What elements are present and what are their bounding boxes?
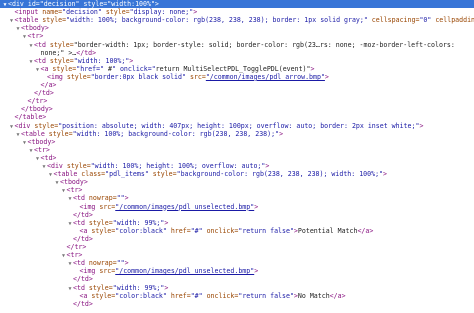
dom-node-markup: <a style="color:black" href="#" onclick=… xyxy=(79,226,374,235)
dom-node-markup: </td> xyxy=(73,210,93,219)
dom-node-markup: <td style="width: 99%;"> xyxy=(73,283,169,292)
dom-node-markup: <a style="color:black" href="#" onclick=… xyxy=(79,291,346,300)
dom-node-markup: <td style="width: 100%;"> xyxy=(34,56,134,65)
dom-node-markup: <a style="href=" #" onclick="return Mult… xyxy=(40,64,315,73)
dom-node-markup: <tbody> xyxy=(21,24,49,33)
dom-node-markup: </td> xyxy=(73,275,93,284)
dom-node-markup: <td style="border-width: 1px; border-sty… xyxy=(34,40,455,49)
dom-node-markup: <input name="decision" style="display: n… xyxy=(14,8,198,17)
dom-node-markup: </td> xyxy=(34,89,54,98)
dom-node-row[interactable]: ▼ <td nowrap=""> xyxy=(0,194,474,202)
dom-node-markup: <tbody> xyxy=(27,137,56,146)
dom-node-row[interactable]: ▼ <table style="width: 100%; background-c… xyxy=(0,130,474,138)
dom-node-row[interactable]: ▼ <tr> xyxy=(0,186,474,194)
dom-node-row[interactable]: </tr> xyxy=(0,97,474,105)
dom-node-row[interactable]: </td> xyxy=(0,235,474,243)
dom-node-row[interactable]: ▼ <div style="position: absolute; width: … xyxy=(0,122,474,130)
dom-node-row[interactable]: ▼ <div id="decision" style="width:100%"> xyxy=(0,0,474,8)
dom-node-markup: <table class="pdl_items" style="backgrou… xyxy=(53,170,388,179)
dom-node-markup: <div id="decision" style="width:100%"> xyxy=(8,0,159,8)
dom-node-markup: <img src="/common/images/pdl_unselected.… xyxy=(79,267,259,276)
dom-node-row[interactable]: ▼ <td style="width: 99%;"> xyxy=(0,284,474,292)
dom-node-markup: <tr> xyxy=(34,145,50,154)
dom-node-row[interactable]: ▼ <div style="width: 100%; height: 100%; … xyxy=(0,162,474,170)
dom-node-markup: <table style="width: 100%; background-co… xyxy=(14,16,474,25)
dom-node-markup: none;" >…</td> xyxy=(40,48,97,57)
dom-node-row[interactable]: </tr> xyxy=(0,243,474,251)
dom-node-markup: </td> xyxy=(73,234,93,243)
dom-node-row[interactable]: <img src="/common/images/pdl_unselected.… xyxy=(0,203,474,211)
dom-node-row[interactable]: none;" >…</td> xyxy=(0,49,474,57)
dom-node-markup: <img src="/common/images/pdl_unselected.… xyxy=(79,202,259,211)
dom-node-markup: <tr> xyxy=(66,186,83,195)
dom-node-markup: <table style="width: 100%; background-co… xyxy=(21,129,284,138)
html-inspector-tree: ▼ <div id="decision" style="width:100%"> <… xyxy=(0,0,474,313)
dom-node-row[interactable]: ▼ <td> xyxy=(0,154,474,162)
dom-node-row[interactable]: <input name="decision" style="display: n… xyxy=(0,8,474,16)
dom-node-row[interactable]: ▼ <tr> xyxy=(0,32,474,40)
dom-node-markup: <tr> xyxy=(66,251,83,260)
dom-node-row[interactable]: <img style="border:0px black solid" src=… xyxy=(0,73,474,81)
dom-node-row[interactable]: ▼ <a style="href=" #" onclick="return Mul… xyxy=(0,65,474,73)
dom-node-row[interactable]: ▼ <tbody> xyxy=(0,178,474,186)
dom-node-row[interactable]: ▼ <tr> xyxy=(0,146,474,154)
dom-node-markup: </td> xyxy=(73,299,93,308)
dom-node-row[interactable]: <img src="/common/images/pdl_unselected.… xyxy=(0,267,474,275)
dom-node-markup: <td nowrap=""> xyxy=(73,259,129,268)
dom-node-row[interactable]: </td> xyxy=(0,89,474,97)
dom-node-row[interactable]: ▼ <tr> xyxy=(0,251,474,259)
dom-node-markup: </table> xyxy=(14,113,47,122)
dom-node-markup: </tr> xyxy=(27,97,48,106)
dom-node-markup: <tr> xyxy=(27,32,44,41)
dom-node-markup: <tbody> xyxy=(60,178,88,187)
dom-node-row[interactable]: </a> xyxy=(0,81,474,89)
dom-node-markup: </tbody> xyxy=(21,105,53,114)
dom-node-markup: <td nowrap=""> xyxy=(73,194,129,203)
dom-node-row[interactable]: ▼ <table style="width: 100%; background-c… xyxy=(0,16,474,24)
dom-node-markup: <div style="position: absolute; width: 4… xyxy=(14,121,424,130)
dom-node-markup: <div style="width: 100%; height: 100%; o… xyxy=(47,162,270,170)
dom-node-row[interactable]: ▼ <td style="width: 100%;"> xyxy=(0,57,474,65)
dom-node-row[interactable]: </td> xyxy=(0,275,474,283)
dom-node-row[interactable]: </td> xyxy=(0,211,474,219)
dom-node-row[interactable]: </td> xyxy=(0,300,474,308)
dom-node-markup: </tr> xyxy=(66,243,87,251)
dom-node-row[interactable]: ▼ <td nowrap=""> xyxy=(0,259,474,267)
dom-node-row[interactable]: ▼ <tbody> xyxy=(0,138,474,146)
dom-node-markup: <td style="width: 99%;"> xyxy=(73,218,169,227)
dom-node-markup: </a> xyxy=(40,81,57,89)
dom-node-row[interactable]: ▼ <td style="border-width: 1px; border-st… xyxy=(0,41,474,49)
dom-node-row[interactable]: </table> xyxy=(0,113,474,121)
dom-node-row[interactable]: ▼ <tbody> xyxy=(0,24,474,32)
dom-node-row[interactable]: ▼ <td style="width: 99%;"> xyxy=(0,219,474,227)
dom-node-row[interactable]: ▼ <table class="pdl_items" style="backgro… xyxy=(0,170,474,178)
dom-node-row[interactable]: <a style="color:black" href="#" onclick=… xyxy=(0,227,474,235)
dom-node-markup: <td> xyxy=(40,153,57,162)
dom-node-row[interactable]: <a style="color:black" href="#" onclick=… xyxy=(0,292,474,300)
dom-node-markup: <img style="border:0px black solid" src=… xyxy=(47,72,329,81)
dom-node-row[interactable]: </tbody> xyxy=(0,105,474,113)
